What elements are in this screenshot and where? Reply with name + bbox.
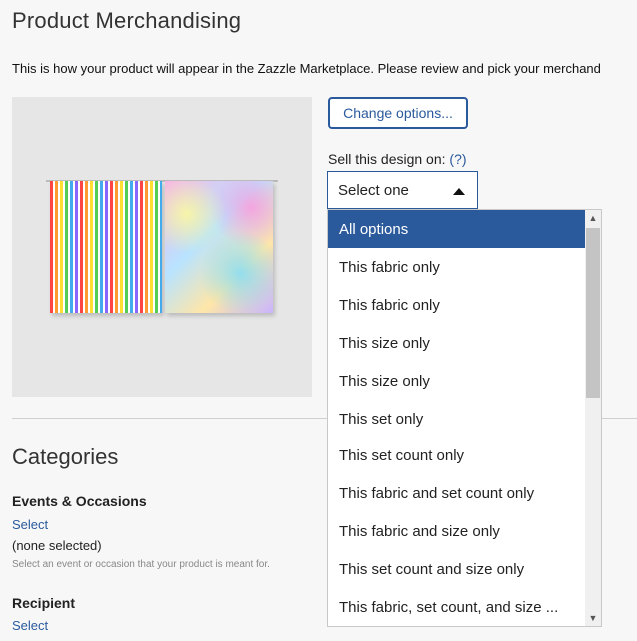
page-title: Product Merchandising — [12, 8, 242, 33]
product-preview — [12, 97, 312, 397]
events-hint: Select an event or occasion that your pr… — [12, 559, 270, 570]
recipient-heading: Recipient — [12, 595, 76, 611]
events-select-link[interactable]: Select — [12, 517, 48, 532]
option-size-only-2[interactable]: This size only — [328, 362, 585, 400]
recipient-select-link[interactable]: Select — [12, 618, 48, 633]
sell-on-select[interactable]: Select one — [327, 171, 478, 209]
option-set-only[interactable]: This set only — [328, 400, 585, 438]
option-fabric-only-1[interactable]: This fabric only — [328, 248, 585, 286]
scroll-thumb[interactable] — [586, 228, 600, 398]
sell-label-text: Sell this design on: — [328, 151, 446, 167]
striped-fabric-image — [50, 181, 162, 313]
option-set-count-only[interactable]: This set count only — [328, 436, 585, 474]
option-set-count-size[interactable]: This set count and size only — [328, 550, 585, 588]
scroll-down-icon[interactable]: ▼ — [585, 610, 601, 626]
events-none-selected: (none selected) — [12, 538, 102, 553]
caret-up-icon — [453, 188, 465, 195]
dropdown-scrollbar[interactable]: ▲ ▼ — [585, 210, 601, 626]
option-fabric-set-count[interactable]: This fabric and set count only — [328, 474, 585, 512]
categories-title: Categories — [12, 444, 119, 469]
option-fabric-set-count-size[interactable]: This fabric, set count, and size ... — [328, 588, 585, 626]
events-heading: Events & Occasions — [12, 493, 147, 509]
intro-text: This is how your product will appear in … — [12, 61, 601, 76]
option-size-only-1[interactable]: This size only — [328, 324, 585, 362]
change-options-button[interactable]: Change options... — [328, 97, 468, 129]
option-all[interactable]: All options — [328, 210, 585, 248]
sell-on-dropdown-list[interactable]: All options This fabric only This fabric… — [327, 209, 602, 627]
sell-design-label: Sell this design on: (?) — [328, 151, 467, 167]
select-value: Select one — [338, 181, 409, 199]
pastel-fabric-image — [165, 181, 273, 313]
scroll-up-icon[interactable]: ▲ — [585, 210, 601, 226]
help-link[interactable]: (?) — [449, 151, 466, 167]
option-fabric-only-2[interactable]: This fabric only — [328, 286, 585, 324]
option-fabric-size[interactable]: This fabric and size only — [328, 512, 585, 550]
